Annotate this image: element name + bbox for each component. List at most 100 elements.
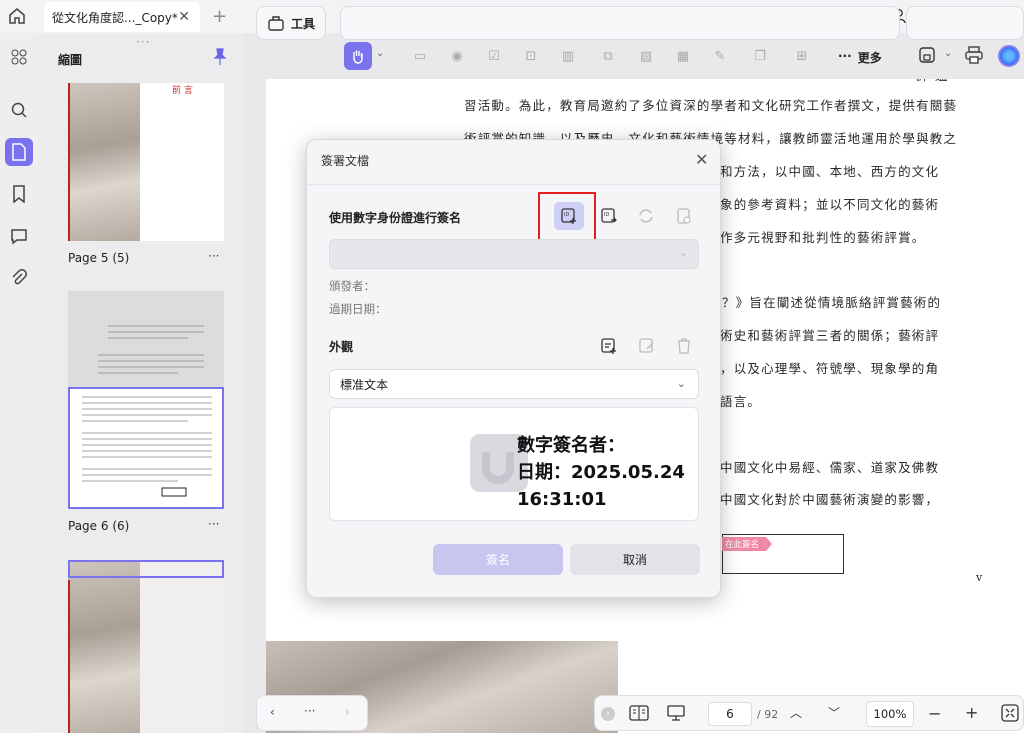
- link-icon[interactable]: ⧉: [598, 46, 618, 66]
- create-id-button[interactable]: ID: [554, 202, 584, 230]
- hand-tool-icon[interactable]: [344, 42, 372, 70]
- sign-button[interactable]: 簽名: [433, 544, 563, 575]
- page-thumbnail[interactable]: [68, 560, 224, 733]
- signature-text: 數字簽名者： 日期：2025.05.24 16:31:01: [517, 432, 685, 513]
- search-icon[interactable]: [5, 96, 33, 124]
- textbox-icon[interactable]: ⊡: [521, 46, 541, 66]
- prev-page-icon[interactable]: ︿: [790, 704, 802, 721]
- checkbox-icon[interactable]: ☑: [484, 46, 504, 66]
- page-thumbnail[interactable]: 前 言: [68, 83, 224, 241]
- page-more-icon[interactable]: ···: [208, 249, 219, 263]
- appearance-label: 外觀: [329, 340, 354, 354]
- doc-text: 評 鑑: [916, 79, 949, 84]
- resize-grip[interactable]: ···: [136, 35, 150, 49]
- save-icon[interactable]: [918, 46, 936, 67]
- prev-icon[interactable]: ‹: [270, 705, 275, 719]
- date-line: 日期：2025.05.24: [517, 462, 685, 483]
- doc-text: 中國文化對於中國藝術演變的影響，: [720, 492, 940, 507]
- more-label: 更多: [857, 51, 882, 65]
- tab-title: 從文化角度認..._Copy*: [52, 10, 178, 25]
- collapse-icon[interactable]: ›: [601, 707, 615, 721]
- thumbnail-heading: 前 言: [172, 86, 193, 96]
- document-tab[interactable]: 從文化角度認..._Copy* ✕: [44, 2, 200, 32]
- refresh-icon[interactable]: [635, 205, 657, 227]
- zoom-input[interactable]: 100%: [866, 701, 914, 727]
- columns-icon[interactable]: ▥: [558, 46, 578, 66]
- chevron-down-icon: ⌄: [676, 377, 686, 390]
- comment-icon[interactable]: [5, 222, 33, 250]
- attachment-icon[interactable]: [5, 264, 33, 292]
- appearance-value: 標准文本: [340, 377, 389, 392]
- zoom-out-icon[interactable]: −: [928, 704, 941, 723]
- right-tools: [906, 6, 1024, 40]
- select-text-icon[interactable]: ▭: [410, 46, 430, 66]
- more-button[interactable]: ··· 更多: [838, 49, 882, 66]
- chevron-down-icon[interactable]: ⌄: [376, 48, 384, 59]
- doc-text: 作多元視野和批判性的藝術評賞。: [720, 230, 926, 245]
- doc-text: ，以及心理學、符號學、現象學的角: [720, 361, 940, 376]
- page-more-icon[interactable]: ···: [208, 517, 219, 531]
- svg-text:ID: ID: [564, 212, 569, 218]
- thumbnails-icon[interactable]: [5, 138, 33, 166]
- add-appearance-icon[interactable]: [598, 335, 620, 357]
- nav-more[interactable]: ···: [304, 704, 315, 718]
- apps-icon[interactable]: [5, 43, 33, 71]
- presentation-icon[interactable]: [666, 704, 686, 725]
- appearance-select[interactable]: 標准文本 ⌄: [329, 369, 699, 399]
- ai-assistant-icon[interactable]: [998, 45, 1020, 67]
- pin-icon[interactable]: [212, 48, 228, 69]
- signature-icon[interactable]: ✎: [710, 46, 730, 66]
- next-page-icon[interactable]: ﹀: [828, 704, 840, 721]
- doc-text: 和方法，以中國、本地、西方的文化: [720, 164, 940, 179]
- signature-preview: 數字簽名者： 日期：2025.05.24 16:31:01: [329, 407, 699, 521]
- bookmark-icon[interactable]: [5, 180, 33, 208]
- copy-icon[interactable]: ❐: [750, 46, 770, 66]
- panel-title: 縮圖: [58, 53, 83, 67]
- scroll-marker: v: [976, 571, 984, 584]
- doc-text: 術史和藝術評賞三者的關係；藝術評: [720, 328, 940, 343]
- page-number-input[interactable]: 6: [708, 702, 752, 726]
- sign-document-dialog: 簽署文檔 ✕ 使用數字身份證進行簽名 ID ID 建立 ⌄ 頒發者： 過期日期：…: [306, 139, 721, 598]
- signer-line: 數字簽名者：: [517, 435, 625, 456]
- new-tab-icon[interactable]: +: [212, 6, 227, 27]
- next-icon[interactable]: ›: [345, 705, 350, 719]
- time-line: 16:31:01: [517, 489, 607, 510]
- close-tab-icon[interactable]: ✕: [178, 9, 190, 25]
- tools-label: 工具: [291, 17, 316, 31]
- page-thumbnail[interactable]: [68, 291, 224, 509]
- more-icon: ···: [838, 49, 852, 63]
- chevron-down-icon: ⌄: [678, 246, 688, 259]
- home-icon[interactable]: [6, 5, 28, 27]
- doc-text: 象的參考資料；並以不同文化的藝術: [720, 197, 940, 212]
- expiry-label: 過期日期：: [329, 302, 387, 316]
- print-icon[interactable]: [964, 46, 984, 67]
- calendar-icon[interactable]: ▦: [673, 46, 693, 66]
- chevron-down-icon[interactable]: ⌄: [944, 48, 952, 59]
- image-icon[interactable]: ▨: [636, 46, 656, 66]
- doc-text: 語言。: [720, 394, 762, 409]
- grid-icon[interactable]: ⊞: [792, 46, 812, 66]
- import-id-icon[interactable]: ID: [598, 205, 620, 227]
- view-id-icon[interactable]: [673, 205, 695, 227]
- view-bar: [594, 695, 1024, 731]
- svg-text:ID: ID: [604, 212, 609, 218]
- zoom-in-icon[interactable]: +: [965, 703, 978, 722]
- digital-id-select[interactable]: ⌄: [329, 239, 699, 269]
- fit-page-icon[interactable]: [1001, 704, 1019, 725]
- close-icon[interactable]: ✕: [695, 150, 708, 169]
- doc-text: ？》旨在闡述從情境脈絡評賞藝術的: [722, 295, 942, 310]
- doc-text: 習活動。為此，教育局邀約了多位資深的學者和文化研究工作者撰文，提供有關藝: [464, 98, 958, 113]
- page-label: Page 6 (6): [68, 519, 130, 533]
- edit-icon[interactable]: [636, 335, 658, 357]
- tools-button[interactable]: 工具: [256, 6, 326, 40]
- thumbnails-panel: ··· 縮圖 前 言 Page 5 (5) ··· Page 6 (6) ···: [38, 33, 244, 733]
- book-view-icon[interactable]: [629, 704, 649, 725]
- issuer-label: 頒發者：: [329, 279, 375, 293]
- divider: [307, 184, 720, 185]
- cancel-button[interactable]: 取消: [570, 544, 700, 575]
- dialog-title: 簽署文檔: [321, 154, 370, 168]
- delete-icon[interactable]: [673, 335, 695, 357]
- highlight-icon[interactable]: ◉: [447, 46, 467, 66]
- annotation-tools: [340, 6, 900, 40]
- total-pages: / 92: [757, 708, 779, 721]
